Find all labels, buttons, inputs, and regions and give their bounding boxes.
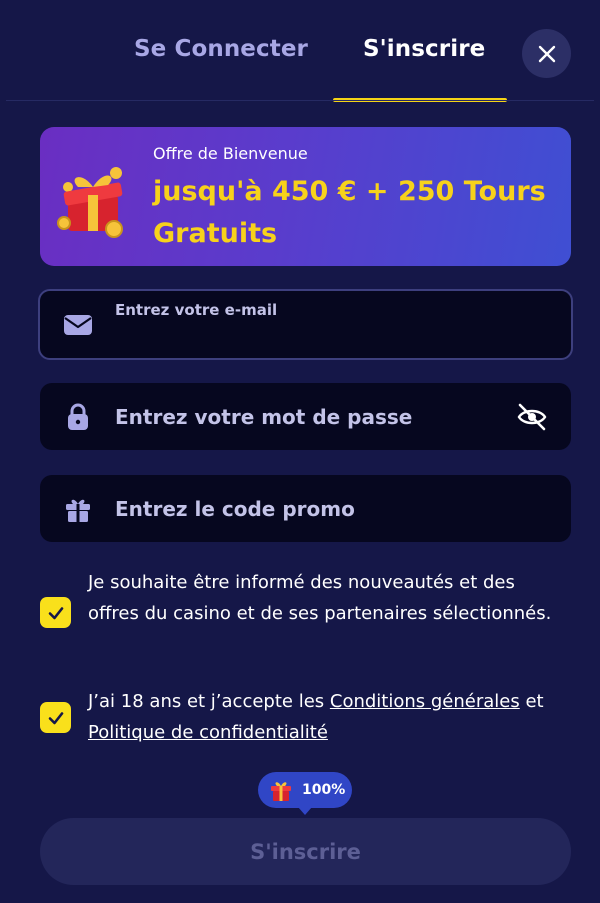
close-button[interactable] <box>522 29 571 78</box>
tab-register[interactable]: S'inscrire <box>363 36 485 62</box>
email-field-label: Entrez votre e-mail <box>115 301 278 319</box>
lock-icon <box>68 403 88 430</box>
password-field[interactable]: Entrez votre mot de passe <box>40 383 571 450</box>
checkmark-icon <box>48 711 63 724</box>
checkmark-icon <box>48 606 63 619</box>
terms-prefix: J’ai 18 ans et j’accepte les <box>88 691 330 712</box>
eye-slash-icon[interactable] <box>515 400 549 434</box>
bonus-percent: 100% <box>302 782 346 798</box>
banner-subtitle: Offre de Bienvenue <box>153 144 308 163</box>
terms-link[interactable]: Conditions générales <box>330 691 520 712</box>
bonus-progress-badge: 100% <box>258 772 352 815</box>
email-field[interactable]: Entrez votre e-mail <box>38 289 573 360</box>
promo-placeholder: Entrez le code promo <box>115 496 355 521</box>
register-submit-button[interactable]: S'inscrire <box>40 818 571 885</box>
newsletter-consent: Je souhaite être informé des nouveautés … <box>40 567 571 659</box>
register-submit-label: S'inscrire <box>250 839 361 864</box>
newsletter-checkbox[interactable] <box>40 597 71 628</box>
tabs-divider <box>6 100 594 101</box>
promo-code-field[interactable]: Entrez le code promo <box>40 475 571 542</box>
password-placeholder: Entrez votre mot de passe <box>115 404 413 429</box>
gift-icon <box>271 782 291 801</box>
terms-consent: J’ai 18 ans et j’accepte les Conditions … <box>40 686 571 748</box>
welcome-offer-banner: Offre de Bienvenue jusqu'à 450 € + 250 T… <box>40 127 571 266</box>
registration-modal: Se Connecter S'inscrire Offre de Bienven… <box>0 0 600 903</box>
privacy-link[interactable]: Politique de confidentialité <box>88 722 328 743</box>
close-icon <box>538 45 555 62</box>
terms-checkbox[interactable] <box>40 702 71 733</box>
gift-icon <box>66 499 90 522</box>
gift-box-illustration <box>57 167 123 238</box>
banner-offer-text: jusqu'à 450 € + 250 Tours Gratuits <box>153 176 546 249</box>
newsletter-consent-text: Je souhaite être informé des nouveautés … <box>88 572 552 624</box>
tab-login[interactable]: Se Connecter <box>134 36 308 62</box>
terms-consent-text: J’ai 18 ans et j’accepte les Conditions … <box>88 686 568 748</box>
auth-tabs: Se Connecter S'inscrire <box>0 0 600 102</box>
terms-middle: et <box>519 691 544 712</box>
envelope-icon <box>64 314 92 335</box>
